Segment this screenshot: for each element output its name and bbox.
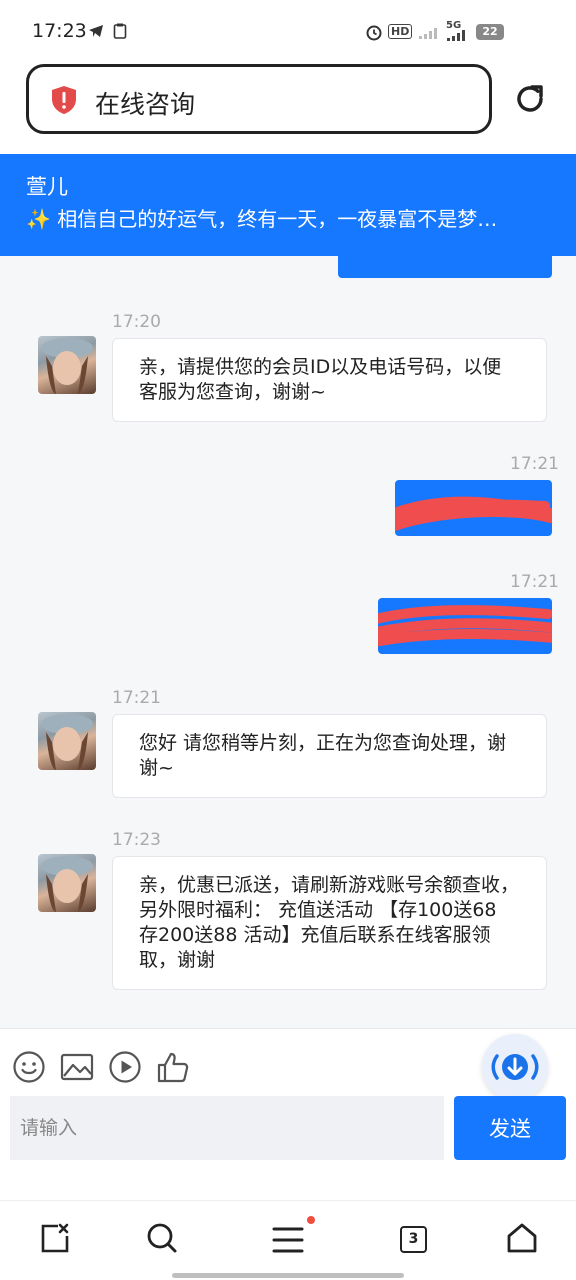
message-list[interactable]: 17:20 亲，请提供您的会员ID以及电话号码，以便客服为您查询，谢谢~ 17:… <box>0 256 576 1028</box>
message-input[interactable] <box>10 1096 444 1160</box>
reload-icon[interactable] <box>513 82 547 116</box>
home-icon[interactable] <box>506 1222 538 1254</box>
menu-icon[interactable] <box>272 1226 304 1254</box>
redaction-scribble <box>378 605 552 647</box>
battery-icon: 22 <box>476 24 504 40</box>
avatar-image <box>41 338 93 394</box>
smile-icon[interactable] <box>12 1050 46 1084</box>
agent-signature: ✨ 相信自己的好运气，终有一天，一夜暴富不是梦… <box>26 207 498 231</box>
hd-badge: HD <box>388 24 413 39</box>
message-input-wrapper[interactable] <box>10 1096 444 1160</box>
signal-weak-icon <box>419 28 437 39</box>
page-title: 在线咨询 <box>95 90 196 119</box>
outgoing-message <box>395 480 552 536</box>
clipboard-icon <box>113 23 127 39</box>
avatar-image <box>41 714 93 770</box>
incoming-message: 亲，优惠已派送，请刷新游戏账号余额查收，另外限时福利： 充值送活动 【存100送… <box>112 856 547 990</box>
close-tab-icon[interactable] <box>40 1222 70 1254</box>
incoming-message: 亲，请提供您的会员ID以及电话号码，以便客服为您查询，谢谢~ <box>112 338 547 422</box>
outgoing-bubble-partial <box>338 256 552 278</box>
play-icon[interactable] <box>108 1050 142 1084</box>
message-time: 17:21 <box>510 572 559 592</box>
send-button[interactable]: 发送 <box>454 1096 566 1160</box>
signal-strong-icon <box>447 30 465 41</box>
status-time: 17:23 <box>32 20 87 42</box>
message-time: 17:21 <box>510 454 559 474</box>
agent-name: 萱儿 <box>26 175 68 199</box>
thumbs-up-icon[interactable] <box>156 1050 190 1084</box>
avatar-image <box>41 856 93 912</box>
tabs-icon[interactable]: 3 <box>400 1226 427 1253</box>
incoming-message: 您好 请您稍等片刻，正在为您查询处理，谢谢~ <box>112 714 547 798</box>
avatar[interactable] <box>38 712 96 770</box>
avatar[interactable] <box>38 854 96 912</box>
telegram-icon <box>89 25 103 37</box>
alarm-icon <box>366 25 382 41</box>
message-time: 17:23 <box>112 830 161 850</box>
message-time: 17:20 <box>112 312 161 332</box>
image-icon[interactable] <box>60 1050 94 1084</box>
url-bar[interactable]: 在线咨询 <box>26 64 492 134</box>
chat-header: 萱儿 ✨ 相信自己的好运气，终有一天，一夜暴富不是梦… <box>0 154 576 256</box>
shield-warning-icon <box>52 86 76 114</box>
message-time: 17:21 <box>112 688 161 708</box>
outgoing-message <box>378 598 552 654</box>
avatar[interactable] <box>38 336 96 394</box>
notification-dot <box>307 1216 315 1224</box>
status-bar: 17:23 HD 5G 22 <box>0 0 576 62</box>
download-signal-icon <box>491 1054 539 1080</box>
download-fab[interactable] <box>482 1034 548 1100</box>
search-icon[interactable] <box>146 1222 178 1254</box>
gesture-bar <box>172 1273 404 1278</box>
redaction-scribble <box>395 496 552 532</box>
